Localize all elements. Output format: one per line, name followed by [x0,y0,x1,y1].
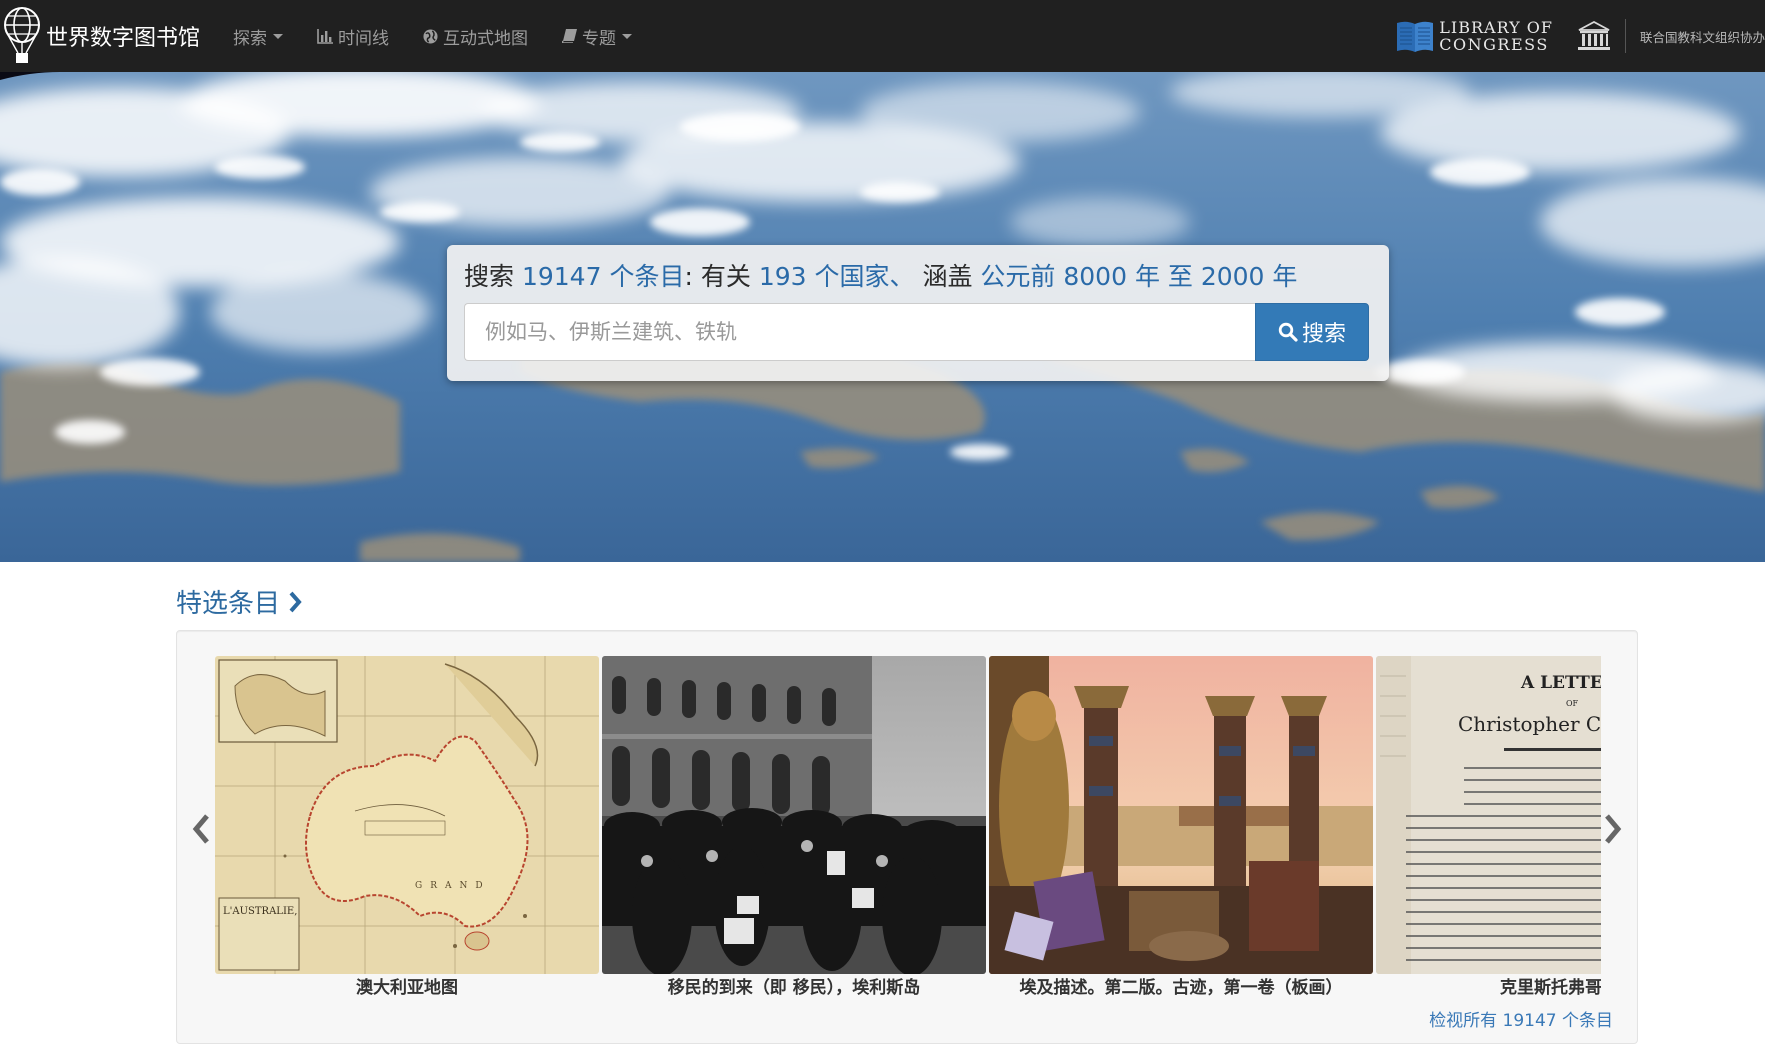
unesco-partner-text[interactable]: 联合国教科文组织协办 [1640,27,1765,46]
nav-topics-label: 专题 [582,28,617,49]
featured-item-description-of-egypt[interactable]: 埃及描述。第二版。古迹，第一卷（板画） [989,656,1373,996]
library-of-congress-book-icon [1397,21,1434,52]
featured-item-australia-map[interactable]: L'AUSTRALIE, GRAND 澳大利亚地图 [215,656,599,996]
search-input[interactable] [464,303,1255,361]
view-all-items-link[interactable]: 检视所有 19147 个条目 [1429,1006,1613,1031]
stats-date-range: 公元前 8000 年 至 2000 年 [980,262,1298,291]
featured-item-ellis-island[interactable]: 移民的到来（即 移民），埃利斯岛 [602,656,986,996]
featured-item-caption: 克里斯托弗哥伦布 [1500,978,1601,996]
chevron-right-icon [288,591,302,613]
letter-title-text: A LETTER [1520,673,1601,693]
bar-chart-icon [317,28,334,44]
stats-comma: 、 [889,262,915,291]
nav-timeline-label: 时间线 [338,28,390,49]
unesco-temple-icon[interactable] [1577,21,1611,51]
stats-about: 有关 [700,262,751,291]
nav-explore-dropdown[interactable]: 探索 [216,0,300,72]
carousel-viewport: L'AUSTRALIE, GRAND 澳大利亚地图 移民的到来（即 移民），埃利… [215,656,1601,996]
nav-map-label: 互动式地图 [443,28,529,49]
nav-timeline[interactable]: 时间线 [300,0,406,72]
letter-name-text: Christopher Columbus [1458,712,1601,736]
caret-down-icon [622,33,633,39]
library-of-congress-link[interactable]: LIBRARY OF CONGRESS [1397,19,1553,53]
globe-icon [423,28,438,44]
search-button-label: 搜索 [1301,322,1346,347]
map-ocean-text: GRAND [415,881,491,891]
globe-balloon-logo-icon [4,7,40,63]
partner-logos: LIBRARY OF CONGRESS 联合国教科文组织协办 [1397,0,1765,72]
letter-of-text: OF [1566,699,1579,708]
featured-carousel: L'AUSTRALIE, GRAND 澳大利亚地图 移民的到来（即 移民），埃利… [176,630,1638,1044]
search-row: 搜索 [464,303,1369,361]
featured-item-caption: 埃及描述。第二版。古迹，第一卷（板画） [1019,978,1343,996]
hero-banner: 搜索 19147 个条目: 有关 193 个国家、 涵盖 公元前 8000 年 … [0,72,1765,562]
carousel-next-button[interactable] [1599,807,1627,851]
search-icon [1278,322,1298,342]
map-cartouche-text: L'AUSTRALIE, [223,906,297,917]
loc-line-1: LIBRARY OF [1439,18,1553,37]
australia-map-thumbnail: L'AUSTRALIE, GRAND [215,656,599,974]
ellis-island-photo-thumbnail [602,656,986,974]
featured-items-heading[interactable]: 特选条目 [176,583,302,620]
nav-interactive-map[interactable]: 互动式地图 [406,0,545,72]
nav-divider [1625,19,1626,53]
search-button[interactable]: 搜索 [1255,303,1369,361]
columbus-letter-thumbnail: A LETTER OF Christopher Columbus [1376,656,1601,974]
stats-prefix: 搜索 [464,262,515,291]
brand-title: 世界数字图书馆 [46,26,201,51]
featured-item-columbus-letter[interactable]: A LETTER OF Christopher Columbus [1376,656,1601,996]
stats-country-count: 193 个国家 [758,262,890,291]
search-panel: 搜索 19147 个条目: 有关 193 个国家、 涵盖 公元前 8000 年 … [447,245,1389,381]
carousel-prev-button[interactable] [187,807,215,851]
featured-title-text: 特选条目 [176,589,281,619]
nav-explore-label: 探索 [233,28,268,49]
featured-item-caption: 移民的到来（即 移民），埃利斯岛 [667,978,921,996]
featured-item-caption: 澳大利亚地图 [356,978,458,996]
loc-line-2: CONGRESS [1439,35,1549,54]
stats-covering: 涵盖 [922,262,973,291]
book-icon [562,29,578,43]
caret-down-icon [273,33,284,39]
top-navbar: 世界数字图书馆 探索 时间线 互动式地图 专题 LIBRARY OF CONGR… [0,0,1765,72]
stats-colon: : [684,262,693,291]
chevron-right-icon [1605,814,1622,844]
egypt-plate-thumbnail [989,656,1373,974]
brand-link[interactable]: 世界数字图书馆 [0,0,200,72]
chevron-left-icon [192,814,209,844]
stats-item-count: 19147 个条目 [521,262,685,291]
collection-stats: 搜索 19147 个条目: 有关 193 个国家、 涵盖 公元前 8000 年 … [464,257,1369,293]
nav-topics-dropdown[interactable]: 专题 [545,0,649,72]
